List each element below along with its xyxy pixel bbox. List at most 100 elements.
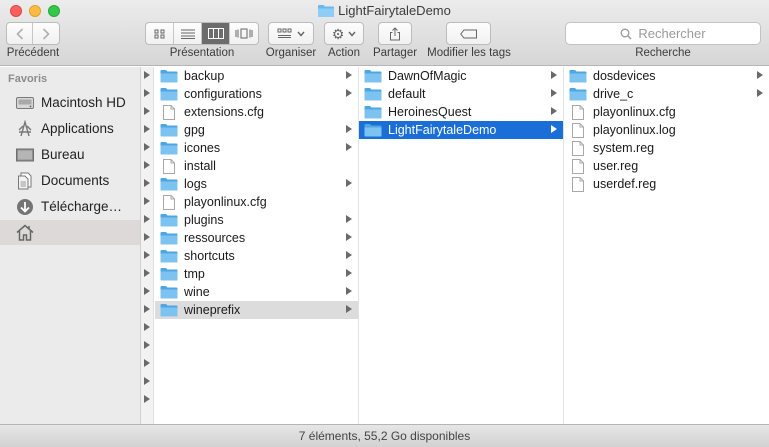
folder-item[interactable]: LightFairytaleDemo — [359, 121, 563, 139]
home-icon — [15, 224, 35, 242]
sidebar-item-label: Macintosh HD — [41, 95, 126, 110]
sidebar: Favoris Macintosh HD Applications Bureau… — [0, 67, 141, 424]
file-icon — [569, 140, 587, 156]
folder-item[interactable]: plugins — [155, 211, 358, 229]
folder-item[interactable]: configurations — [155, 85, 358, 103]
folder-item[interactable]: ressources — [155, 229, 358, 247]
share-button[interactable] — [378, 22, 412, 45]
folder-item[interactable]: icones — [155, 139, 358, 157]
window-title: LightFairytaleDemo — [0, 3, 769, 20]
window-title-text: LightFairytaleDemo — [338, 3, 451, 18]
folder-icon — [569, 87, 587, 102]
disclosure-arrow-icon — [346, 125, 352, 133]
folder-item[interactable]: HeroinesQuest — [359, 103, 563, 121]
action-button[interactable]: ⚙ — [324, 22, 364, 45]
arrange-button[interactable] — [268, 22, 314, 45]
applications-icon — [15, 119, 35, 138]
edit-tags-button[interactable] — [446, 22, 491, 45]
folder-icon — [160, 177, 178, 192]
downloads-icon — [15, 198, 35, 216]
folder-item[interactable]: DawnOfMagic — [359, 67, 563, 85]
folder-item[interactable]: wine — [155, 283, 358, 301]
disclosure-arrow-icon — [144, 341, 150, 349]
list-view-button[interactable] — [174, 23, 202, 44]
folder-item[interactable]: backup — [155, 67, 358, 85]
file-item[interactable]: playonlinux.cfg — [155, 193, 358, 211]
disclosure-arrow-icon — [551, 107, 557, 115]
sidebar-item-applications[interactable]: Applications — [0, 116, 140, 141]
file-item[interactable]: install — [155, 157, 358, 175]
item-name: ressources — [184, 231, 246, 245]
folder-icon — [160, 249, 178, 264]
search-placeholder: Rechercher — [638, 26, 706, 41]
disclosure-arrow-icon — [144, 233, 150, 241]
status-text: 7 éléments, 55,2 Go disponibles — [298, 429, 471, 443]
disclosure-arrow-icon — [144, 215, 150, 223]
folder-item[interactable]: dosdevices — [564, 67, 769, 85]
folder-item[interactable]: tmp — [155, 265, 358, 283]
file-item[interactable]: extensions.cfg — [155, 103, 358, 121]
item-name: backup — [184, 69, 225, 83]
disclosure-arrow-icon — [551, 89, 557, 97]
search-icon — [620, 28, 632, 40]
folder-icon — [160, 303, 178, 318]
folder-item[interactable]: shortcuts — [155, 247, 358, 265]
item-name: install — [184, 159, 216, 173]
cover-flow-button[interactable] — [230, 23, 258, 44]
disclosure-arrow-icon — [346, 179, 352, 187]
file-item[interactable]: playonlinux.cfg — [564, 103, 769, 121]
disclosure-arrow-icon — [757, 89, 763, 97]
disclosure-arrow-icon — [144, 377, 150, 385]
disclosure-arrow-icon — [144, 323, 150, 331]
view-label: Présentation — [169, 47, 235, 59]
folder-item[interactable]: gpg — [155, 121, 358, 139]
folder-icon — [160, 213, 178, 228]
file-item[interactable]: system.reg — [564, 139, 769, 157]
search-label: Recherche — [635, 47, 691, 59]
finder-window: LightFairytaleDemo Précédent Présentatio… — [0, 0, 769, 447]
file-item[interactable]: userdef.reg — [564, 175, 769, 193]
chevron-down-icon — [297, 31, 305, 37]
sidebar-item-macintosh-hd[interactable]: Macintosh HD — [0, 90, 140, 115]
item-name: user.reg — [593, 159, 639, 173]
folder-item[interactable]: logs — [155, 175, 358, 193]
back-button[interactable] — [7, 23, 34, 44]
item-name: extensions.cfg — [184, 105, 264, 119]
item-name: HeroinesQuest — [388, 105, 472, 119]
search-input[interactable]: Rechercher — [565, 22, 761, 45]
folder-item[interactable]: drive_c — [564, 85, 769, 103]
cover-flow-icon — [235, 28, 253, 39]
view-mode-control — [145, 22, 259, 45]
disclosure-arrow-icon — [346, 305, 352, 313]
folder-icon — [364, 105, 382, 120]
sidebar-item-home[interactable] — [0, 220, 140, 245]
disclosure-arrow-icon — [346, 269, 352, 277]
documents-icon — [15, 172, 35, 190]
disclosure-arrow-icon — [144, 71, 150, 79]
item-name: plugins — [184, 213, 224, 227]
item-name: DawnOfMagic — [388, 69, 467, 83]
tags-label: Modifier les tags — [427, 47, 511, 59]
tag-icon — [459, 29, 477, 38]
sidebar-item-downloads[interactable]: Télécharge… — [0, 194, 140, 219]
icon-view-button[interactable] — [146, 23, 174, 44]
parent-column-strip[interactable] — [141, 67, 154, 424]
toolbar: LightFairytaleDemo Précédent Présentatio… — [0, 0, 769, 66]
folder-item[interactable]: default — [359, 85, 563, 103]
item-name: playonlinux.log — [593, 123, 676, 137]
file-icon — [569, 122, 587, 138]
file-icon — [160, 104, 178, 120]
sidebar-item-desktop[interactable]: Bureau — [0, 142, 140, 167]
folder-item[interactable]: wineprefix — [155, 301, 358, 319]
disclosure-arrow-icon — [144, 197, 150, 205]
forward-button[interactable] — [33, 23, 59, 44]
file-item[interactable]: user.reg — [564, 157, 769, 175]
disclosure-arrow-icon — [144, 107, 150, 115]
disclosure-arrow-icon — [144, 287, 150, 295]
share-icon — [390, 26, 400, 40]
column-browser-column-2: DawnOfMagic default HeroinesQuest LightFair… — [359, 67, 564, 424]
sidebar-item-documents[interactable]: Documents — [0, 168, 140, 193]
disclosure-arrow-icon — [144, 161, 150, 169]
file-item[interactable]: playonlinux.log — [564, 121, 769, 139]
column-view-button[interactable] — [202, 23, 230, 44]
